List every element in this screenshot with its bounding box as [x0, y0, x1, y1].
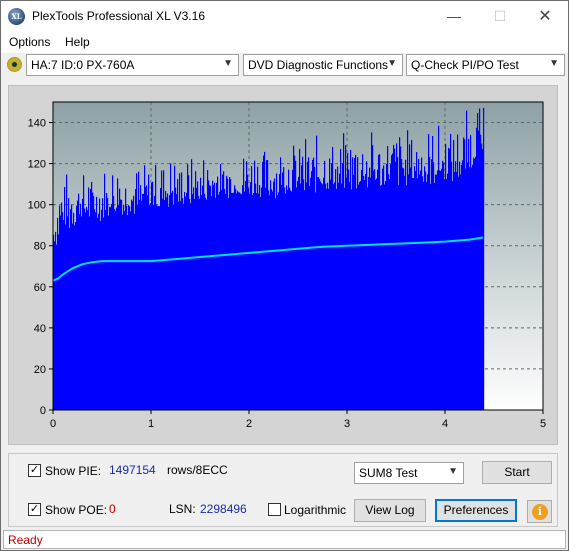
y-tick-label: 20	[34, 364, 46, 376]
drive-select[interactable]: HA:7 ID:0 PX-760A ▼	[26, 54, 239, 76]
y-tick-label: 0	[40, 405, 46, 417]
sum-test-value: SUM8 Test	[359, 466, 418, 480]
pie-unit: rows/8ECC	[167, 463, 228, 477]
drive-icon	[7, 57, 22, 72]
show-pie-label: Show PIE:	[45, 464, 102, 478]
app-logo-icon: XL	[8, 8, 25, 25]
toolbar: HA:7 ID:0 PX-760A ▼ DVD Diagnostic Funct…	[1, 53, 568, 79]
function-select-value: DVD Diagnostic Functions	[248, 58, 389, 72]
info-icon: i	[532, 504, 548, 520]
drive-select-value: HA:7 ID:0 PX-760A	[31, 58, 135, 72]
control-panel: ✓ Show PIE: 1497154 rows/8ECC SUM8 Test …	[8, 453, 558, 527]
test-select-value: Q-Check PI/PO Test	[411, 58, 519, 72]
poe-count: 0	[109, 502, 116, 516]
pi-po-chart: 0 20 40 60 80 100 120 140 0 1 2 3 4 5	[28, 101, 546, 430]
chevron-down-icon: ▼	[387, 58, 397, 69]
y-axis-ticks: 0 20 40 60 80 100 120 140	[28, 118, 53, 417]
y-tick-label: 140	[28, 118, 46, 130]
show-poe-checkbox[interactable]: ✓	[28, 503, 41, 516]
logarithmic-checkbox[interactable]	[268, 503, 281, 516]
sum-test-select[interactable]: SUM8 Test ▼	[354, 462, 464, 484]
x-tick-label: 4	[442, 418, 448, 430]
x-tick-label: 1	[148, 418, 154, 430]
logarithmic-label: Logarithmic	[284, 503, 347, 517]
status-text: Ready	[8, 533, 43, 547]
info-button[interactable]: i	[527, 500, 552, 523]
lsn-value: 2298496	[200, 502, 247, 516]
app-window: XL PlexTools Professional XL V3.16 — ☐ ✕…	[0, 0, 569, 551]
x-tick-label: 0	[50, 418, 56, 430]
function-select[interactable]: DVD Diagnostic Functions ▼	[243, 54, 403, 76]
menu-help[interactable]: Help	[65, 35, 90, 49]
maximize-button[interactable]: ☐	[477, 1, 523, 32]
x-tick-label: 3	[344, 418, 350, 430]
x-tick-label: 5	[540, 418, 546, 430]
lsn-label: LSN:	[169, 502, 196, 516]
pie-bar	[483, 107, 485, 410]
chevron-down-icon: ▼	[549, 58, 559, 69]
show-poe-label: Show POE:	[45, 503, 108, 517]
y-tick-label: 100	[28, 200, 46, 212]
minimize-button[interactable]: —	[431, 1, 477, 32]
menu-bar: Options Help	[1, 32, 568, 53]
show-pie-checkbox[interactable]: ✓	[28, 464, 41, 477]
title-bar: XL PlexTools Professional XL V3.16 — ☐ ✕	[1, 1, 568, 32]
status-bar: Ready	[3, 530, 566, 549]
y-tick-label: 80	[34, 241, 46, 253]
x-axis-ticks: 0 1 2 3 4 5	[50, 410, 546, 430]
start-button[interactable]: Start	[482, 461, 552, 484]
menu-options[interactable]: Options	[9, 35, 50, 49]
test-select[interactable]: Q-Check PI/PO Test ▼	[406, 54, 565, 76]
chevron-down-icon: ▼	[223, 58, 233, 69]
y-tick-label: 60	[34, 282, 46, 294]
preferences-button[interactable]: Preferences	[435, 499, 517, 522]
view-log-button[interactable]: View Log	[354, 499, 426, 522]
y-tick-label: 120	[28, 159, 46, 171]
window-title: PlexTools Professional XL V3.16	[32, 9, 205, 23]
chart-panel: 0 20 40 60 80 100 120 140 0 1 2 3 4 5	[8, 85, 558, 445]
pie-count: 1497154	[109, 463, 156, 477]
x-tick-label: 2	[246, 418, 252, 430]
chevron-down-icon: ▼	[448, 466, 458, 477]
y-tick-label: 40	[34, 323, 46, 335]
close-button[interactable]: ✕	[522, 1, 568, 32]
